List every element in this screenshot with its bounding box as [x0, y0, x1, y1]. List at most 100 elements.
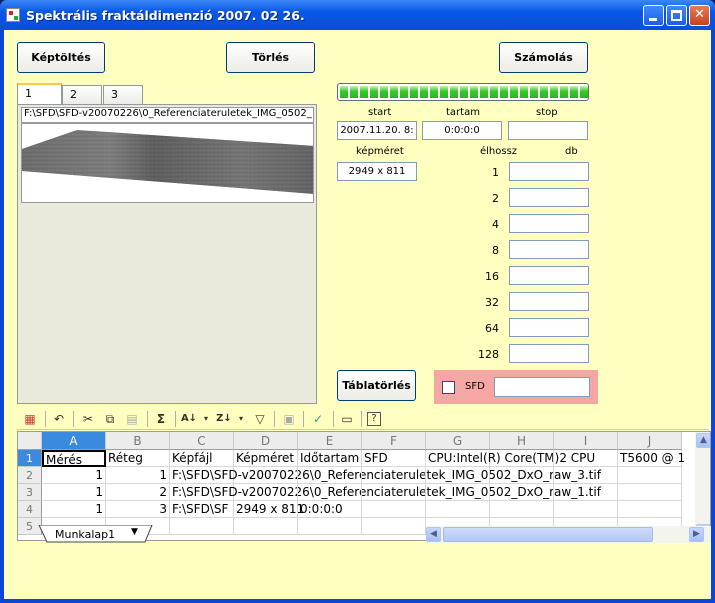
table-cell[interactable]: 1	[42, 501, 106, 518]
close-button[interactable]: ✕	[689, 5, 710, 26]
table-cell[interactable]: Réteg	[106, 450, 170, 467]
filter-icon[interactable]: ▽	[251, 410, 269, 428]
paste-icon[interactable]: ▤	[123, 410, 141, 428]
table-cell[interactable]	[554, 484, 618, 501]
table-cell[interactable]: 1	[42, 467, 106, 484]
undo-icon[interactable]: ↶	[50, 410, 68, 428]
minimize-button[interactable]	[643, 5, 664, 26]
table-cell[interactable]	[618, 501, 682, 518]
table-cell[interactable]: Képfájl	[170, 450, 234, 467]
table-cell[interactable]	[234, 484, 298, 501]
scroll-left-icon[interactable]: ◀	[426, 527, 441, 542]
table-cell[interactable]	[426, 501, 490, 518]
table-cell[interactable]: 3	[106, 501, 170, 518]
table-cell[interactable]	[362, 467, 426, 484]
sheet-menu-chevron-icon[interactable]: ▼	[131, 527, 138, 537]
tab-2[interactable]: 2	[62, 85, 102, 104]
table-clear-button[interactable]: Táblatörlés	[337, 370, 416, 401]
table-cell[interactable]: 2	[106, 484, 170, 501]
column-header[interactable]: G	[426, 432, 490, 450]
column-header[interactable]: H	[490, 432, 554, 450]
row-header[interactable]: 3	[18, 484, 42, 501]
column-header[interactable]: F	[362, 432, 426, 450]
column-header[interactable]: I	[554, 432, 618, 450]
table-cell[interactable]: 0:0:0:0	[298, 501, 362, 518]
table-cell[interactable]: F:\SFD\SFD-v20070226\0_Referenciaterulet…	[170, 484, 601, 501]
scroll-thumb[interactable]	[443, 527, 653, 542]
tab-1[interactable]: 1	[17, 83, 62, 104]
count-field[interactable]	[509, 292, 589, 311]
count-field[interactable]	[509, 240, 589, 259]
table-cell[interactable]: Időtartam	[298, 450, 362, 467]
start-field[interactable]: 2007.11.20. 8:	[337, 121, 417, 140]
count-field[interactable]	[509, 188, 589, 207]
count-field[interactable]	[509, 318, 589, 337]
table-cell[interactable]: 2949 x 811	[234, 501, 304, 518]
title-bar[interactable]: Spektrális fraktáldimenzió 2007. 02 26. …	[0, 0, 715, 30]
table-cell[interactable]: T5600 @ 1	[618, 450, 685, 467]
column-header[interactable]: B	[106, 432, 170, 450]
table-cell[interactable]: Képméret	[234, 450, 298, 467]
autosum-icon[interactable]: Σ	[152, 410, 170, 428]
table-cell[interactable]	[490, 467, 554, 484]
cut-icon[interactable]: ✂	[79, 410, 97, 428]
chevron-down-icon[interactable]: ▾	[197, 410, 215, 428]
row-header[interactable]: 2	[18, 467, 42, 484]
tab-3[interactable]: 3	[103, 85, 143, 104]
table-cell[interactable]	[362, 484, 426, 501]
scroll-right-icon[interactable]: ▶	[689, 527, 704, 542]
table-cell[interactable]	[554, 467, 618, 484]
table-cell[interactable]: F:\SFD\SFD-v20070226\0_Referenciaterulet…	[170, 467, 601, 484]
load-image-button[interactable]: Képtöltés	[17, 42, 105, 73]
sheet-tab-munkalap1[interactable]: Munkalap1	[55, 528, 115, 541]
table-cell[interactable]	[426, 484, 490, 501]
column-header[interactable]: D	[234, 432, 298, 450]
table-cell[interactable]	[618, 484, 682, 501]
column-header[interactable]: E	[298, 432, 362, 450]
table-cell[interactable]	[298, 467, 362, 484]
sort-descending-icon[interactable]: Z↓	[215, 410, 233, 428]
sfd-field[interactable]	[494, 377, 590, 397]
sfd-checkbox[interactable]	[442, 381, 455, 394]
table-cell[interactable]: F:\SFD\SF	[170, 501, 234, 518]
column-header[interactable]: C	[170, 432, 234, 450]
table-cell[interactable]	[490, 450, 554, 467]
table-cell[interactable]	[490, 501, 554, 518]
export-icon[interactable]: ✓	[309, 410, 327, 428]
image-size-field[interactable]: 2949 x 811	[337, 162, 417, 181]
table-cell[interactable]	[362, 501, 426, 518]
table-cell[interactable]: SFD	[362, 450, 426, 467]
stop-field[interactable]	[508, 121, 588, 140]
horizontal-scrollbar[interactable]: ◀ ▶	[426, 526, 711, 543]
count-field[interactable]	[509, 266, 589, 285]
vertical-scrollbar[interactable]: ▲ ▼	[695, 432, 710, 540]
table-cell[interactable]: 1	[42, 484, 106, 501]
table-cell[interactable]	[426, 467, 490, 484]
scroll-up-icon[interactable]: ▲	[696, 433, 710, 448]
table-cell[interactable]	[618, 467, 682, 484]
count-field[interactable]	[509, 214, 589, 233]
count-field[interactable]	[509, 162, 589, 181]
table-cell[interactable]: 1	[106, 467, 170, 484]
duration-field[interactable]: 0:0:0:0	[422, 121, 502, 140]
select-all-corner[interactable]	[18, 432, 42, 450]
chevron-down-icon[interactable]: ▾	[232, 410, 250, 428]
toggle-icon[interactable]: ▣	[280, 410, 298, 428]
properties-icon[interactable]: ▭	[338, 410, 356, 428]
row-header[interactable]: 1	[18, 450, 42, 467]
table-cell[interactable]: Mérés	[42, 450, 106, 467]
table-cell[interactable]	[298, 484, 362, 501]
table-cell[interactable]	[554, 450, 618, 467]
table-cell[interactable]	[554, 501, 618, 518]
compute-button[interactable]: Számolás	[499, 42, 588, 73]
copy-icon[interactable]: ⧉	[101, 410, 119, 428]
sort-ascending-icon[interactable]: A↓	[180, 410, 198, 428]
column-header[interactable]: J	[618, 432, 682, 450]
table-cell[interactable]	[234, 467, 298, 484]
table-cell[interactable]: CPU:Intel(R) Core(TM)2 CPU	[426, 450, 595, 467]
row-header[interactable]: 4	[18, 501, 42, 518]
count-field[interactable]	[509, 344, 589, 363]
column-header[interactable]: A	[42, 432, 106, 450]
table-cell[interactable]	[490, 484, 554, 501]
maximize-button[interactable]	[666, 5, 687, 26]
